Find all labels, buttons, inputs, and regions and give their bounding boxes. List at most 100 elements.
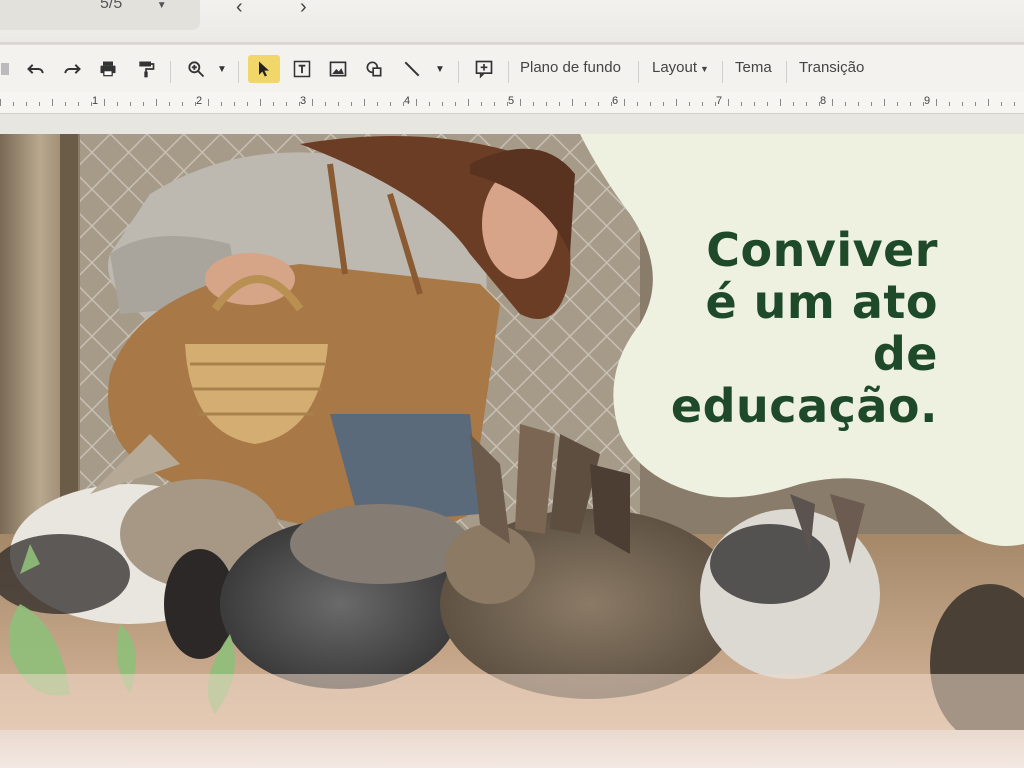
toolbar-separator [722,61,723,83]
ruler-tick [13,102,14,106]
ruler-tick [858,102,859,106]
ruler-tick [286,102,287,106]
ruler-tick [728,99,729,106]
text-box-icon[interactable] [288,55,316,83]
image-icon[interactable] [324,55,352,83]
ruler-tick [364,99,365,106]
ruler-number: 3 [300,95,307,107]
layout-button[interactable]: Layout ▼ [652,59,709,76]
toolbar: ▼ ▼ Plano de fundo Layout ▼ Tema Transiçã… [0,44,1024,92]
ruler-tick [26,102,27,106]
ruler-tick [0,99,1,106]
ruler-tick [806,102,807,106]
ruler-tick [520,99,521,106]
ruler-tick [104,99,105,106]
toolbar-separator [638,61,639,83]
slide-canvas[interactable]: Conviver é um ato de educação. [0,134,1024,730]
ruler-tick [338,102,339,106]
redo-icon[interactable] [58,55,86,83]
headline-line: Conviver [706,223,938,277]
ruler-tick [377,102,378,106]
ruler-tick [767,102,768,106]
ruler-tick [897,102,898,106]
select-cursor-icon[interactable] [248,55,280,83]
ruler-tick [156,99,157,106]
ruler-tick [390,102,391,106]
ruler-tick [533,102,534,106]
ruler-tick [1014,102,1015,106]
ruler-number: 9 [924,95,931,107]
toolbar-separator [508,61,509,83]
ruler-tick [910,102,911,106]
ruler-tick [572,99,573,106]
ruler-tick [273,102,274,106]
ruler-tick [468,99,469,106]
toolbar-overflow[interactable] [0,55,12,83]
ruler-number: 8 [820,95,827,107]
ruler-tick [663,102,664,106]
ruler-tick [689,102,690,106]
zoom-dropdown-icon[interactable]: ▼ [214,55,230,83]
chevron-left-icon[interactable]: ‹ [236,0,243,19]
ruler-tick [260,99,261,106]
ruler-tick [754,102,755,106]
ruler-tick [481,102,482,106]
ruler-tick [585,102,586,106]
ruler-number: 6 [612,95,619,107]
ruler-tick [793,102,794,106]
paint-format-icon[interactable] [132,55,160,83]
ruler-number: 5 [508,95,515,107]
ruler-tick [949,102,950,106]
toolbar-separator [170,61,171,83]
ruler-tick [962,102,963,106]
ruler-tick [117,102,118,106]
slide-counter-box[interactable]: 5/5 ▼ [0,0,200,30]
ruler-tick [130,102,131,106]
ruler-tick [221,102,222,106]
ruler-tick [494,102,495,106]
ruler-tick [702,102,703,106]
slide-headline[interactable]: Conviver é um ato de educação. [638,224,938,432]
print-icon[interactable] [94,55,122,83]
canvas-margin [0,114,1024,134]
ruler-number: 1 [92,95,99,107]
undo-icon[interactable] [22,55,50,83]
ruler-tick [65,102,66,106]
ruler-tick [884,99,885,106]
ruler-number: 2 [196,95,203,107]
ruler-tick [871,102,872,106]
ruler-tick [845,102,846,106]
headline-line: é um ato [705,275,938,329]
line-dropdown-icon[interactable]: ▼ [432,55,448,83]
speaker-notes-area [0,730,1024,768]
ruler-tick [624,99,625,106]
caret-down-icon: ▼ [156,0,167,11]
ruler-tick [741,102,742,106]
background-button[interactable]: Plano de fundo [520,59,621,76]
ruler-tick [416,99,417,106]
ruler-number: 4 [404,95,411,107]
ruler-tick [936,99,937,106]
chevron-right-icon[interactable]: › [300,0,307,19]
ruler-tick [676,99,677,106]
ruler-tick [351,102,352,106]
ruler-tick [598,102,599,106]
ruler-tick [988,99,989,106]
toolbar-separator [238,61,239,83]
ruler-number: 7 [716,95,723,107]
line-icon[interactable] [398,55,426,83]
shape-icon[interactable] [360,55,388,83]
theme-button[interactable]: Tema [735,59,772,76]
add-comment-icon[interactable] [470,55,498,83]
ruler-tick [559,102,560,106]
ruler-tick [39,102,40,106]
ruler-tick [637,102,638,106]
ruler-tick [429,102,430,106]
ruler-tick [832,99,833,106]
zoom-icon[interactable] [182,55,210,83]
headline-line: educação. [670,379,938,433]
ruler-tick [234,102,235,106]
ruler-tick [325,102,326,106]
layout-dropdown-icon: ▼ [700,64,709,74]
transition-button[interactable]: Transição [799,59,864,76]
